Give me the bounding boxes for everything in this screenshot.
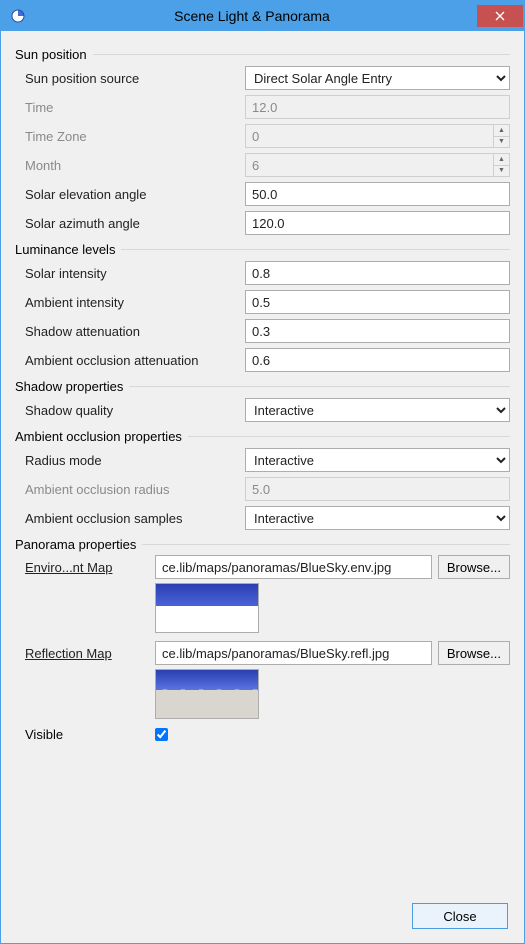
group-title-luminance: Luminance levels [15,242,121,257]
month-spinner: ▲▼ [493,154,509,176]
app-icon [9,7,27,25]
environment-map-browse-button[interactable]: Browse... [438,555,510,579]
ao-attenuation-input[interactable] [245,348,510,372]
window-title: Scene Light & Panorama [27,8,477,24]
timezone-spinner: ▲▼ [493,125,509,147]
label-shadow-quality: Shadow quality [25,403,245,418]
label-reflection-map[interactable]: Reflection Map [25,646,155,661]
close-button[interactable] [477,5,523,27]
group-title-ao: Ambient occlusion properties [15,429,188,444]
environment-map-input[interactable] [155,555,432,579]
time-input [245,95,510,119]
label-solar-azimuth: Solar azimuth angle [25,216,245,231]
dialog-body: Sun position Sun position source Direct … [1,31,524,943]
label-visible: Visible [25,727,155,742]
group-sun-position: Sun position Sun position source Direct … [15,47,510,236]
group-title-panorama: Panorama properties [15,537,142,552]
reflection-map-preview [155,669,259,719]
ambient-intensity-input[interactable] [245,290,510,314]
timezone-input [245,124,510,148]
environment-map-preview [155,583,259,633]
shadow-attenuation-input[interactable] [245,319,510,343]
label-ao-radius: Ambient occlusion radius [25,482,245,497]
reflection-map-input[interactable] [155,641,432,665]
shadow-quality-select[interactable]: Interactive [245,398,510,422]
label-ambient-intensity: Ambient intensity [25,295,245,310]
month-input [245,153,510,177]
label-environment-map[interactable]: Enviro...nt Map [25,560,155,575]
group-ao: Ambient occlusion properties Radius mode… [15,429,510,531]
ao-samples-select[interactable]: Interactive [245,506,510,530]
solar-azimuth-input[interactable] [245,211,510,235]
chevron-down-icon: ▼ [493,166,509,177]
group-title-sunpos: Sun position [15,47,93,62]
solar-elevation-input[interactable] [245,182,510,206]
label-solar-intensity: Solar intensity [25,266,245,281]
sun-source-select[interactable]: Direct Solar Angle Entry [245,66,510,90]
label-radius-mode: Radius mode [25,453,245,468]
chevron-up-icon: ▲ [493,125,509,137]
reflection-map-browse-button[interactable]: Browse... [438,641,510,665]
chevron-up-icon: ▲ [493,154,509,166]
label-solar-elevation: Solar elevation angle [25,187,245,202]
close-icon [495,9,505,24]
label-ao-samples: Ambient occlusion samples [25,511,245,526]
solar-intensity-input[interactable] [245,261,510,285]
group-panorama: Panorama properties Enviro...nt Map Brow… [15,537,510,742]
label-month: Month [25,158,245,173]
label-ao-attenuation: Ambient occlusion attenuation [25,353,245,368]
chevron-down-icon: ▼ [493,137,509,148]
ao-radius-input [245,477,510,501]
footer: Close [412,903,508,929]
group-shadow: Shadow properties Shadow qualityInteract… [15,379,510,423]
titlebar[interactable]: Scene Light & Panorama [1,1,524,31]
label-time: Time [25,100,245,115]
visible-checkbox[interactable] [155,728,168,741]
group-luminance: Luminance levels Solar intensity Ambient… [15,242,510,373]
label-timezone: Time Zone [25,129,245,144]
group-title-shadow: Shadow properties [15,379,129,394]
dialog-window: Scene Light & Panorama Sun position Sun … [0,0,525,944]
radius-mode-select[interactable]: Interactive [245,448,510,472]
close-dialog-button[interactable]: Close [412,903,508,929]
label-shadow-attenuation: Shadow attenuation [25,324,245,339]
label-sun-source: Sun position source [25,71,245,86]
